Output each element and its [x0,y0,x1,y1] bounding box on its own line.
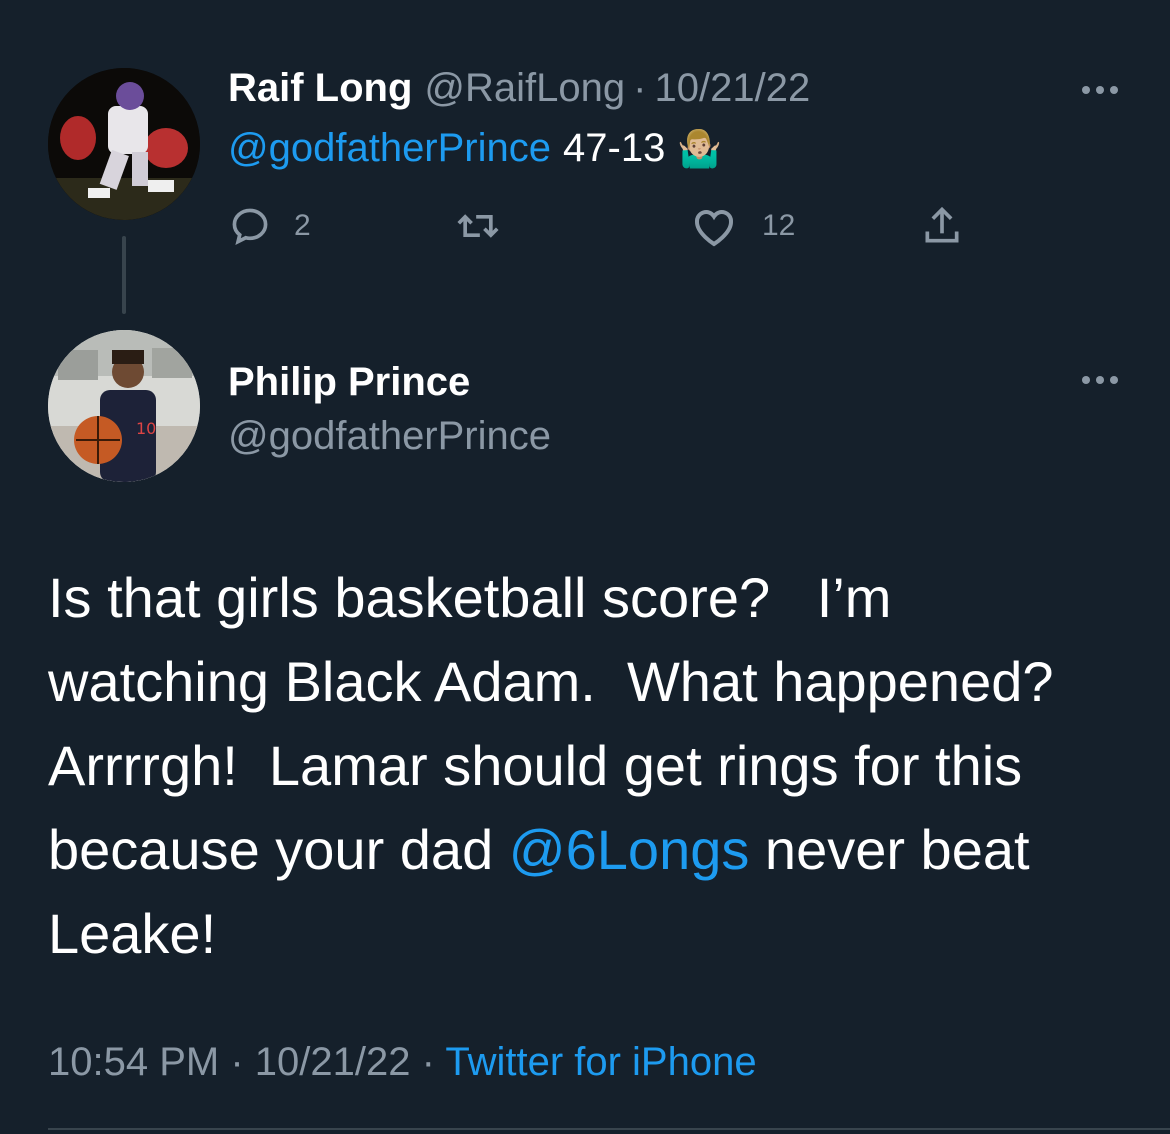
basketball-photo: 10 [48,330,200,482]
reply-count: 2 [294,209,311,242]
like-button[interactable]: 12 [690,204,795,248]
separator: · [230,1040,244,1084]
like-icon [695,210,733,247]
display-name[interactable]: Raif Long [228,66,412,111]
reply-icon [232,208,268,245]
tweet-metadata: 10:54 PM · 10/21/22 · Twitter for iPhone [48,1040,757,1085]
retweet-button[interactable] [454,204,502,248]
tweet-date[interactable]: 10/21/22 [255,1040,411,1084]
tweet-source[interactable]: Twitter for iPhone [445,1040,756,1084]
avatar[interactable]: 10 [48,330,200,482]
reply-tweet-text: @godfatherPrince 47-13 🤷🏼‍♂️ [228,126,722,171]
football-photo [48,68,200,220]
tweet-text: 47-13 [563,126,666,170]
mention-link[interactable]: @godfatherPrince [228,126,551,171]
mention-link[interactable]: @6Longs [509,818,750,881]
divider [48,1128,1170,1130]
handle[interactable]: @godfatherPrince [228,414,551,459]
separator: · [633,66,647,110]
like-count: 12 [762,209,796,242]
handle[interactable]: @RaifLong [424,66,625,111]
share-button[interactable] [918,204,966,248]
avatar[interactable] [48,68,200,220]
svg-text:10: 10 [136,419,156,438]
tweet-time[interactable]: 10:54 PM [48,1040,219,1084]
share-icon [925,206,959,243]
more-icon[interactable] [1082,376,1118,384]
display-name[interactable]: Philip Prince [228,360,470,405]
reply-tweet-header: Raif Long @RaifLong · 10/21/22 [228,66,810,111]
thread-connector [122,236,126,314]
reply-button[interactable]: 2 [228,204,311,248]
shrug-emoji: 🤷🏼‍♂️ [677,127,723,169]
tweet-body: Is that girls basketball score? I’m watc… [48,556,1128,976]
tweet-date[interactable]: 10/21/22 [654,66,810,111]
retweet-icon [457,214,499,238]
more-icon[interactable] [1082,86,1118,94]
separator: · [421,1040,435,1084]
